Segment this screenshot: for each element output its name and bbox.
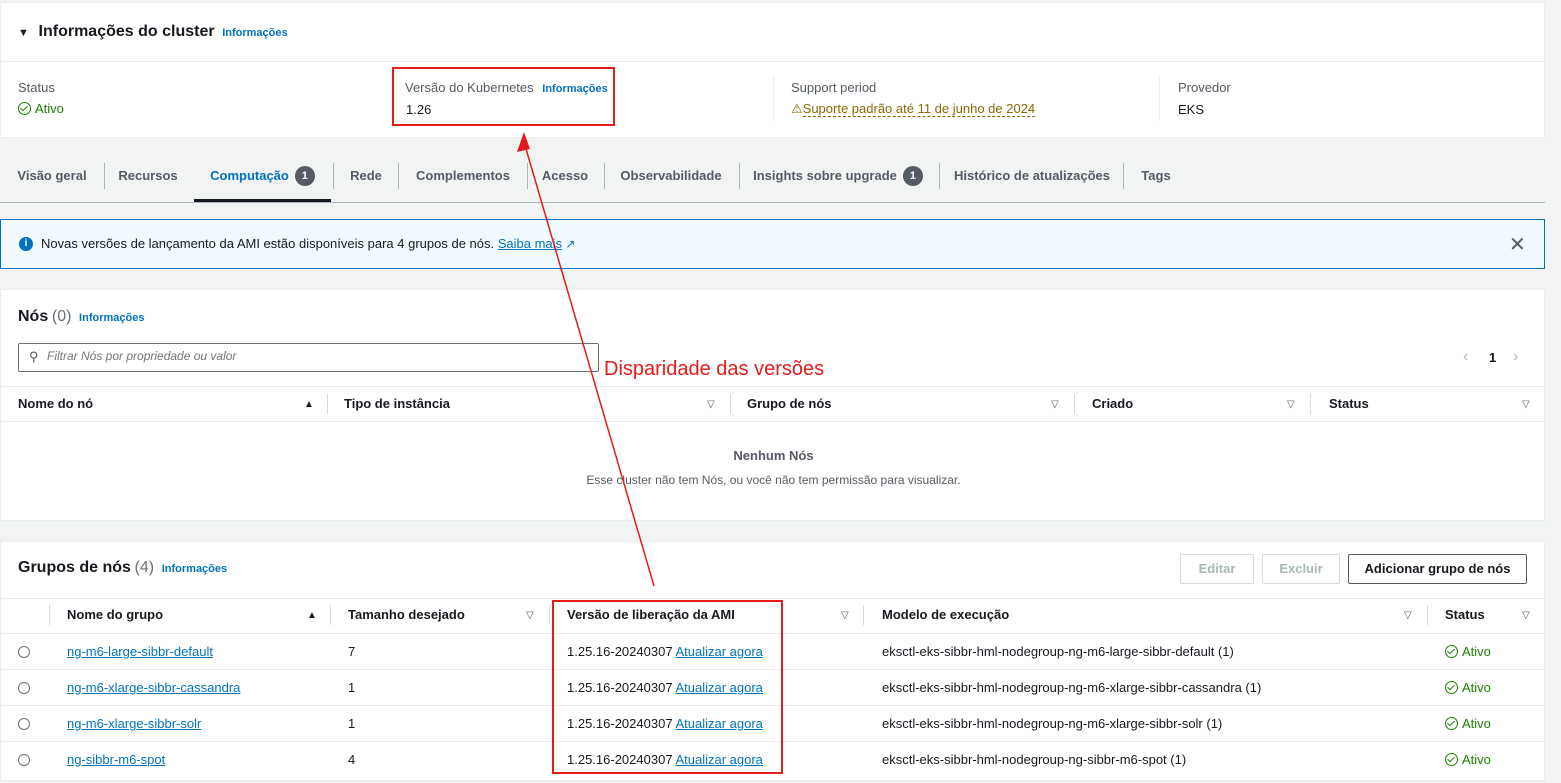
annotation-text: Disparidade das versões [604,358,825,380]
annotation-arrow [517,132,655,587]
